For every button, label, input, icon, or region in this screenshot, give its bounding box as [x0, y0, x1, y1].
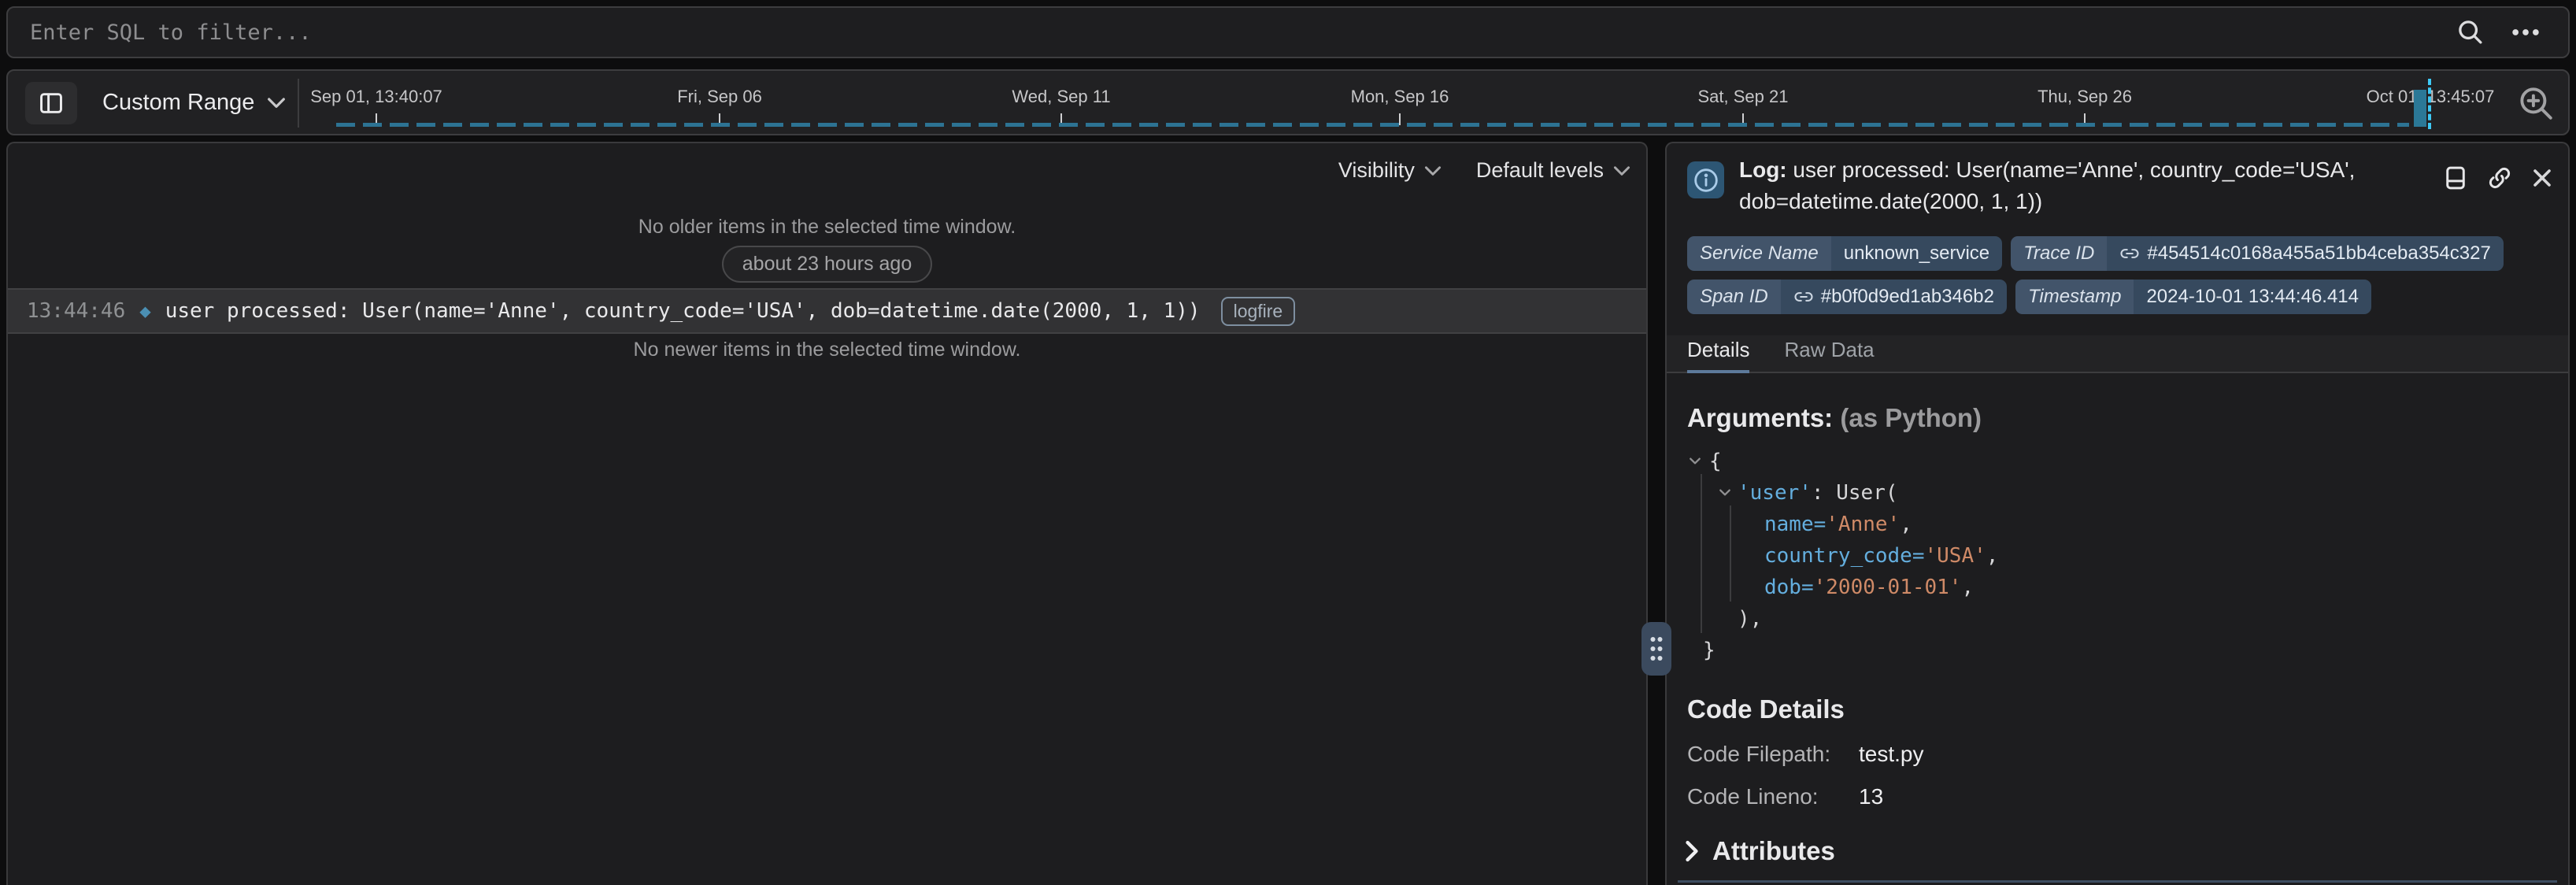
no-newer-items-text: No newer items in the selected time wind… [8, 339, 1646, 361]
detail-title-prefix: Log: [1739, 157, 1787, 182]
timeline-tick-label: Fri, Sep 06 [677, 87, 762, 107]
timeline-bar: Custom Range Sep 01, 13:40:07 Fri, Sep 0… [6, 69, 2570, 135]
reader-view-icon[interactable] [2442, 164, 2469, 192]
tab-details[interactable]: Details [1687, 338, 1749, 373]
trace-id-badge[interactable]: Trace ID #454514c0168a455a51bb4ceba354c3… [2011, 236, 2504, 271]
no-older-items-text: No older items in the selected time wind… [8, 216, 1646, 239]
badge-value: 2024-10-01 13:44:46.414 [2134, 280, 2371, 314]
attributes-heading: Attributes [1712, 836, 1835, 866]
zoom-in-icon[interactable] [2516, 83, 2556, 123]
level-diamond-icon: ◆ [139, 300, 150, 322]
arguments-heading: Arguments: (as Python) [1687, 403, 1982, 433]
time-ago-badge-wrap: about 23 hours ago [8, 246, 1646, 283]
badge-link-icon [2119, 243, 2140, 264]
code-details-section: Code Details Code Filepath: test.py Code… [1687, 694, 1923, 809]
detail-actions [2442, 164, 2554, 192]
info-icon [1687, 161, 1724, 198]
timeline-histogram-baseline [336, 123, 2409, 127]
close-icon[interactable] [2530, 166, 2554, 190]
log-detail-panel: Log: user processed: User(name='Anne', c… [1665, 142, 2570, 885]
chevron-down-icon [1424, 165, 1442, 176]
sidebar-toggle-icon [38, 90, 65, 117]
code-line: { [1687, 446, 2474, 477]
code-lineno-label: Code Lineno: [1687, 784, 1859, 809]
timeline-histogram-spike[interactable] [2414, 90, 2426, 127]
code-line: name='Anne', [1687, 509, 2474, 540]
code-line: } [1687, 635, 2474, 666]
timeline-tick-label: Sep 01, 13:40:07 [310, 87, 442, 107]
more-menu-icon[interactable] [2508, 17, 2543, 48]
timestamp-badge: Timestamp 2024-10-01 13:44:46.414 [2015, 280, 2371, 314]
collapse-chevron-icon [1684, 839, 1700, 863]
span-id-badge[interactable]: Span ID #b0f0d9ed1ab346b2 [1687, 280, 2007, 314]
drag-handle-icon [1647, 633, 1666, 665]
arguments-subheading: (as Python) [1833, 403, 1982, 432]
timeline-tick-label: Mon, Sep 16 [1351, 87, 1449, 107]
arguments-code-block: { 'user': User( name='Anne', country_cod… [1687, 446, 2474, 666]
badge-label: Timestamp [2015, 280, 2134, 314]
code-line: dob='2000-01-01', [1687, 572, 2474, 603]
code-line: ), [1687, 603, 2474, 635]
sql-filter-bar [6, 6, 2570, 58]
badge-value: #b0f0d9ed1ab346b2 [1821, 286, 1994, 308]
badge-label: Trace ID [2011, 236, 2107, 271]
code-filepath-label: Code Filepath: [1687, 742, 1859, 767]
code-line: 'user': User( [1687, 477, 2474, 509]
chevron-down-icon [1613, 165, 1630, 176]
section-divider [1678, 880, 2557, 883]
visibility-dropdown[interactable]: Visibility [1338, 158, 1442, 183]
timeline-tick-label: Thu, Sep 26 [2037, 87, 2132, 107]
timeline-divider [298, 79, 299, 128]
code-filepath-row: Code Filepath: test.py [1687, 742, 1923, 767]
visibility-dropdown-label: Visibility [1338, 158, 1415, 183]
log-row-time: 13:44:46 [27, 299, 125, 323]
sql-bar-actions [2455, 17, 2568, 48]
log-row-message: user processed: User(name='Anne', countr… [165, 299, 1201, 323]
badge-label: Service Name [1687, 236, 1831, 271]
badge-label: Span ID [1687, 280, 1781, 314]
attributes-section-header[interactable]: Attributes [1684, 836, 1835, 866]
code-details-heading: Code Details [1687, 694, 1923, 724]
timeline-selection-line[interactable] [2428, 79, 2431, 129]
time-range-selector[interactable]: Custom Range [102, 71, 286, 134]
log-list-panel: Visibility Default levels No older items… [6, 142, 1648, 885]
detail-title: Log: user processed: User(name='Anne', c… [1739, 154, 2440, 217]
code-line: country_code='USA', [1687, 540, 2474, 572]
chevron-down-icon [267, 96, 286, 109]
time-ago-badge: about 23 hours ago [722, 246, 932, 283]
badge-value: unknown_service [1831, 236, 2002, 271]
search-icon[interactable] [2455, 17, 2486, 48]
tab-raw-data[interactable]: Raw Data [1784, 338, 1874, 373]
code-lineno-row: Code Lineno: 13 [1687, 784, 1923, 809]
log-row[interactable]: 13:44:46 ◆ user processed: User(name='An… [8, 288, 1646, 334]
badge-value: #454514c0168a455a51bb4ceba354c327 [2147, 243, 2490, 265]
copy-link-icon[interactable] [2486, 165, 2513, 191]
badge-link-icon [1793, 287, 1814, 307]
default-levels-dropdown-label: Default levels [1476, 158, 1604, 183]
detail-tabs: Details Raw Data [1667, 335, 2568, 373]
sql-filter-input[interactable] [8, 8, 2455, 57]
service-name-badge: Service Name unknown_service [1687, 236, 2002, 271]
logfire-app: Custom Range Sep 01, 13:40:07 Fri, Sep 0… [0, 0, 2576, 885]
timeline-tick-label: Sat, Sep 21 [1698, 87, 1789, 107]
log-row-tag[interactable]: logfire [1221, 297, 1296, 326]
detail-badges: Service Name unknown_service Trace ID #4… [1687, 236, 2553, 314]
panel-resize-handle[interactable] [1641, 622, 1671, 676]
timeline-tick-label: Wed, Sep 11 [1012, 87, 1110, 107]
code-filepath-value: test.py [1859, 742, 1923, 767]
detail-title-text: user processed: User(name='Anne', countr… [1739, 157, 2355, 213]
code-lineno-value: 13 [1859, 784, 1883, 809]
sidebar-toggle-button[interactable] [25, 82, 77, 124]
default-levels-dropdown[interactable]: Default levels [1476, 158, 1630, 183]
log-list-header: Visibility Default levels [1338, 150, 1630, 191]
time-range-label: Custom Range [102, 90, 254, 116]
